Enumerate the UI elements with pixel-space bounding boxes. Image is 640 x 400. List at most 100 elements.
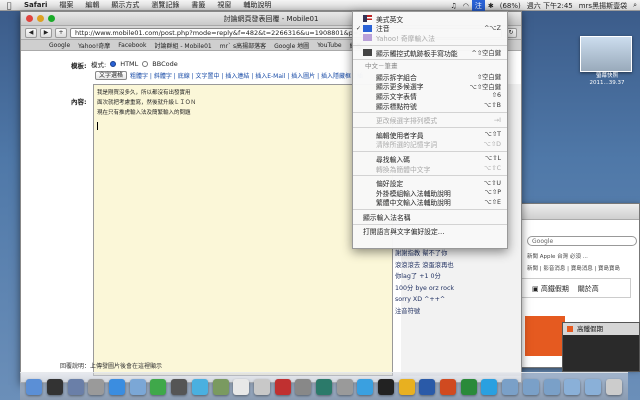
menu-app-safari[interactable]: Safari: [18, 1, 53, 9]
menu-help[interactable]: 輔助說明: [237, 0, 277, 10]
input-preferences[interactable]: 偏好設定 ⌥⇧U: [353, 178, 507, 189]
menu-item-label: 打開語言與文字偏好設定…: [363, 228, 445, 237]
zoom-window-button[interactable]: [48, 15, 55, 22]
dictionary-icon[interactable]: [295, 378, 312, 395]
input-source-yahoo[interactable]: Yahoo! 奇摩輸入法: [353, 33, 507, 43]
minimize-window-button[interactable]: [37, 15, 44, 22]
google-search-field[interactable]: Google: [527, 236, 637, 246]
html-mode-radio[interactable]: [110, 61, 117, 67]
hsr-holiday-ad[interactable]: ▣ 高鐵假期 關於高: [521, 278, 631, 298]
apple-menu-icon[interactable]: : [0, 1, 18, 10]
format-links[interactable]: 粗體字 | 斜體字 | 底線 | 文字置中 | 插入連結 | 插入E-Mail …: [130, 71, 363, 80]
word-icon[interactable]: [419, 378, 436, 395]
forward-button[interactable]: ▶: [40, 27, 52, 38]
safari-icon[interactable]: [109, 378, 126, 395]
menu-history[interactable]: 瀏覽記錄: [145, 0, 185, 10]
menu-item-label: 編輯使用者字員: [376, 131, 424, 140]
bookmark-item[interactable]: YouTube: [317, 42, 341, 49]
app-store-icon[interactable]: [357, 378, 374, 395]
chrome-icon[interactable]: [398, 378, 415, 395]
edit-user-dictionary[interactable]: 編輯使用者字員 ⌥⇧T: [353, 130, 507, 140]
menu-view[interactable]: 顯示方式: [105, 0, 145, 10]
folder-icon[interactable]: [543, 378, 560, 395]
hsr-logo-icon: [567, 326, 573, 332]
phrase-item[interactable]: 滾滾滾去 滾蛋滾再也: [395, 260, 505, 272]
input-source-zhuyin[interactable]: ✓ 注音 ^⌥Z: [353, 24, 507, 33]
documents-icon[interactable]: [584, 378, 601, 395]
time-machine-icon[interactable]: [315, 378, 332, 395]
convert-to-simplified[interactable]: 轉換為簡體中文字 ⌥⇧C: [353, 164, 507, 174]
trash-icon[interactable]: [605, 378, 622, 395]
clear-learned-words[interactable]: 清除所選的記憶字詞 ⌥⇧D: [353, 140, 507, 150]
terminal-icon[interactable]: [378, 378, 395, 395]
phrase-item[interactable]: 謝謝指教 幫不了你: [395, 248, 505, 260]
excel-icon[interactable]: [460, 378, 477, 395]
iphoto-icon[interactable]: [212, 378, 229, 395]
font-size-select[interactable]: 文字選格: [95, 71, 128, 80]
phrase-item[interactable]: sorry XD ^++^: [395, 294, 505, 306]
bluetooth-icon[interactable]: ✱: [485, 2, 497, 10]
phrase-item[interactable]: 注音符號: [395, 306, 505, 318]
phrase-item[interactable]: 100分 bye orz rock: [395, 283, 505, 295]
bookmark-item[interactable]: 討論群組 - Mobile01: [154, 41, 211, 50]
skype-icon[interactable]: [481, 378, 498, 395]
bookmark-item[interactable]: mr` s高揚部落客: [220, 41, 266, 50]
bbcode-mode-radio[interactable]: [142, 61, 149, 67]
show-radical-combos[interactable]: 顯示拆字組合 ⇧空白鍵: [353, 72, 507, 82]
downloads-icon[interactable]: [564, 378, 581, 395]
add-bookmark-button[interactable]: +: [55, 27, 67, 38]
dashboard-icon[interactable]: [47, 378, 64, 395]
folder-icon[interactable]: [522, 378, 539, 395]
menu-file[interactable]: 檔案: [53, 0, 79, 10]
preview-icon[interactable]: [253, 378, 270, 395]
system-preferences-icon[interactable]: [336, 378, 353, 395]
editor-line: 面次就把考慮重寫，然後就升級ＬＩＯＮ: [97, 100, 197, 106]
photo-booth-icon[interactable]: [274, 378, 291, 395]
menu-item-label: 繁體中文輸入法輔助說明: [376, 199, 451, 208]
input-source-us-english[interactable]: 美式英文: [353, 14, 507, 24]
input-source-icon[interactable]: 注: [471, 0, 485, 11]
powerpoint-icon[interactable]: [440, 378, 457, 395]
menu-window[interactable]: 視窗: [211, 0, 237, 10]
battery-status[interactable]: (68%): [497, 2, 524, 10]
phrase-item[interactable]: 你lag了 +1 0分: [395, 271, 505, 283]
change-candidate-layout[interactable]: 更改候選字排列模式 →I: [353, 115, 507, 126]
close-window-button[interactable]: [26, 15, 33, 22]
find-input-code[interactable]: 尋找輸入碼 ⌥⇧L: [353, 154, 507, 164]
show-more-candidates[interactable]: 顯示更多候選字 ⌥⇧空白鍵: [353, 82, 507, 91]
plugin-input-help[interactable]: 外掛模組輸入法輔助說明 ⌥⇧P: [353, 188, 507, 198]
hsr-about-label: 關於高: [577, 285, 599, 293]
show-emoticons[interactable]: 顯示文字表情 ⇧6: [353, 91, 507, 101]
volume-icon[interactable]: ♫: [447, 2, 459, 10]
bookmark-item[interactable]: Yahoo!奇摩: [78, 41, 110, 50]
launchpad-icon[interactable]: [88, 378, 105, 395]
ichat-icon[interactable]: [150, 378, 167, 395]
mission-control-icon[interactable]: [67, 378, 84, 395]
menu-bookmarks[interactable]: 書籤: [185, 0, 211, 10]
menu-separator: [353, 112, 507, 114]
show-input-source-name[interactable]: 顯示輸入法名稱: [353, 212, 507, 222]
open-language-text-preferences[interactable]: 打開語言與文字偏好設定…: [353, 227, 507, 237]
itunes-icon[interactable]: [191, 378, 208, 395]
finder-icon[interactable]: [26, 378, 43, 395]
spotlight-icon[interactable]: ⌕: [630, 1, 640, 10]
screenshot-thumbnail[interactable]: [580, 36, 632, 72]
show-punctuation[interactable]: 顯示標點符號 ⌥⇧B: [353, 101, 507, 111]
hsr-holiday-window[interactable]: 高鐵假期: [562, 322, 640, 372]
bookmark-item[interactable]: Google: [49, 42, 70, 49]
show-trackpad-handwriting[interactable]: 顯示觸控式軌跡板手寫功能 ^⇧空白鍵: [353, 48, 507, 58]
calendar-icon[interactable]: [233, 378, 250, 395]
facetime-icon[interactable]: [171, 378, 188, 395]
folder-icon[interactable]: [502, 378, 519, 395]
post-content-editor[interactable]: 我是剛買沒多久，所以都沒有出發實用 面次就把考慮重寫，然後就升級ＬＩＯＮ 現在只…: [93, 84, 393, 376]
menu-edit[interactable]: 編輯: [79, 0, 105, 10]
mail-icon[interactable]: [129, 378, 146, 395]
bookmark-item[interactable]: Google 地圖: [274, 41, 309, 50]
user-name[interactable]: mrs黑揚斯壹袋: [576, 1, 630, 11]
clock[interactable]: 週六 下午2:45: [524, 1, 576, 11]
menu-item-shortcut: ⇧6: [491, 92, 501, 100]
traditional-chinese-input-help[interactable]: 繁體中文輸入法輔助說明 ⌥⇧E: [353, 198, 507, 208]
back-button[interactable]: ◀: [25, 27, 37, 38]
wifi-icon[interactable]: ◠: [460, 2, 472, 10]
bookmark-item[interactable]: Facebook: [118, 42, 146, 49]
